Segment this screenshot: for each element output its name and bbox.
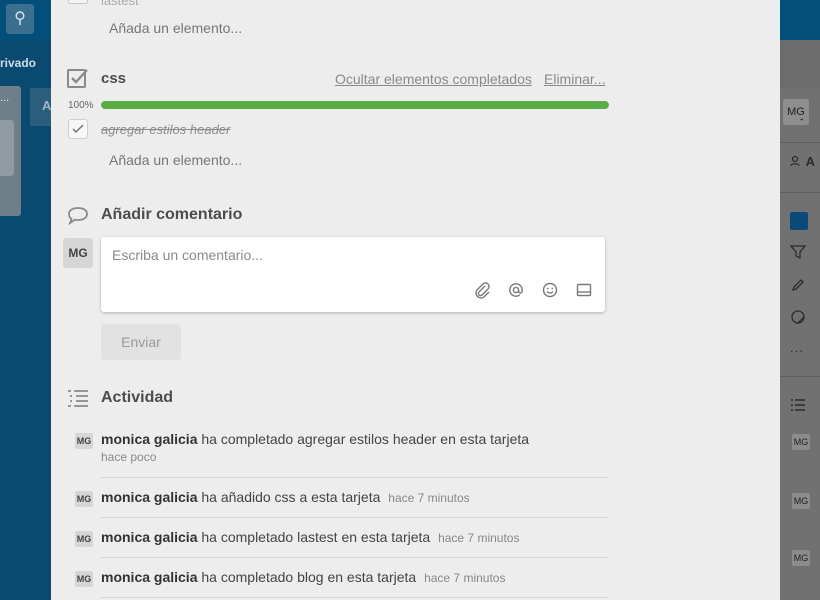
attachment-icon[interactable] bbox=[473, 281, 491, 299]
avatar[interactable]: MG bbox=[75, 531, 93, 547]
activity-divider bbox=[101, 557, 608, 558]
activity-user[interactable]: monica galicia bbox=[101, 529, 197, 545]
stickers-icon[interactable] bbox=[790, 309, 806, 325]
add-member-icon bbox=[790, 155, 800, 167]
avatar[interactable]: MG bbox=[63, 238, 93, 268]
comment-icon bbox=[68, 207, 88, 226]
activity-divider bbox=[101, 597, 608, 598]
sidebar-add-label: A bbox=[805, 154, 816, 169]
checklist-item-text[interactable]: agregar estilos header bbox=[101, 122, 230, 137]
comment-input[interactable] bbox=[112, 247, 592, 263]
checklist-progress-fill bbox=[101, 101, 609, 109]
checkmark-icon bbox=[72, 124, 84, 134]
activity-time[interactable]: hace 7 minutos bbox=[438, 531, 519, 545]
activity-action: ha añadido css a esta tarjeta bbox=[201, 489, 381, 505]
activity-action: ha completado agregar estilos header en … bbox=[201, 431, 530, 447]
mention-icon[interactable] bbox=[507, 281, 525, 299]
add-list-label: A bbox=[42, 98, 52, 113]
checklist-progress-bar bbox=[101, 101, 609, 109]
activity-avatar: MG bbox=[792, 434, 810, 450]
activity-title: Actividad bbox=[101, 389, 174, 406]
admin-chevron-icon: ⌃ bbox=[798, 117, 806, 127]
add-comment-title: Añadir comentario bbox=[101, 206, 243, 223]
board-color-swatch[interactable] bbox=[790, 212, 808, 230]
send-comment-button[interactable]: Enviar bbox=[101, 324, 181, 360]
activity-action: ha completado lastest en esta tarjeta bbox=[201, 529, 431, 545]
delete-checklist-link[interactable]: Eliminar... bbox=[544, 71, 605, 87]
activity-icon bbox=[68, 390, 88, 407]
sidebar-divider bbox=[780, 376, 820, 377]
activity-avatar: MG bbox=[792, 550, 810, 566]
board-visibility-label: rivado bbox=[0, 56, 37, 70]
more-icon[interactable]: ... bbox=[790, 340, 804, 355]
activity-time[interactable]: hace 7 minutos bbox=[388, 491, 469, 505]
comment-box[interactable] bbox=[101, 237, 605, 312]
activity-user[interactable]: monica galicia bbox=[101, 431, 197, 447]
add-checklist-item-button[interactable]: Añada un elemento... bbox=[109, 20, 242, 36]
activity-action: ha completado blog en esta tarjeta bbox=[201, 569, 417, 585]
avatar[interactable]: MG bbox=[75, 491, 93, 507]
checklist-item-checkbox[interactable] bbox=[68, 119, 88, 139]
sidebar-divider bbox=[780, 142, 820, 143]
checklist-item-checkbox[interactable] bbox=[68, 0, 88, 4]
avatar[interactable]: MG bbox=[75, 433, 93, 449]
filter-icon[interactable] bbox=[790, 244, 806, 260]
checklist-item-text[interactable]: lastest bbox=[101, 0, 139, 8]
activity-user[interactable]: monica galicia bbox=[101, 569, 197, 585]
checklist-title[interactable]: css bbox=[101, 70, 126, 87]
hide-completed-link[interactable]: Ocultar elementos completados bbox=[335, 71, 532, 87]
activity-divider bbox=[101, 477, 608, 478]
add-list-button[interactable]: A bbox=[30, 88, 51, 126]
sidebar-divider bbox=[780, 192, 820, 193]
checklist-progress-percent: 100% bbox=[68, 100, 94, 111]
activity-divider bbox=[101, 517, 608, 518]
activity-icon bbox=[791, 399, 805, 411]
activity-avatar: MG bbox=[792, 493, 810, 509]
right-panel-header bbox=[780, 40, 820, 88]
add-checklist-item-button[interactable]: Añada un elemento... bbox=[109, 152, 242, 168]
power-ups-icon[interactable] bbox=[790, 277, 806, 293]
activity-time[interactable]: hace 7 minutos bbox=[424, 571, 505, 585]
board-card[interactable] bbox=[0, 120, 14, 176]
sidebar-add-member[interactable]: A bbox=[790, 154, 815, 169]
checklist-icon bbox=[67, 69, 88, 88]
search-icon[interactable]: ⚲ bbox=[6, 4, 34, 34]
list-menu-icon[interactable]: ... bbox=[0, 92, 9, 104]
card-icon[interactable] bbox=[575, 281, 593, 299]
activity-time[interactable]: hace poco bbox=[101, 450, 156, 464]
activity-user[interactable]: monica galicia bbox=[101, 489, 197, 505]
emoji-icon[interactable] bbox=[541, 281, 559, 299]
avatar[interactable]: MG bbox=[75, 571, 93, 587]
